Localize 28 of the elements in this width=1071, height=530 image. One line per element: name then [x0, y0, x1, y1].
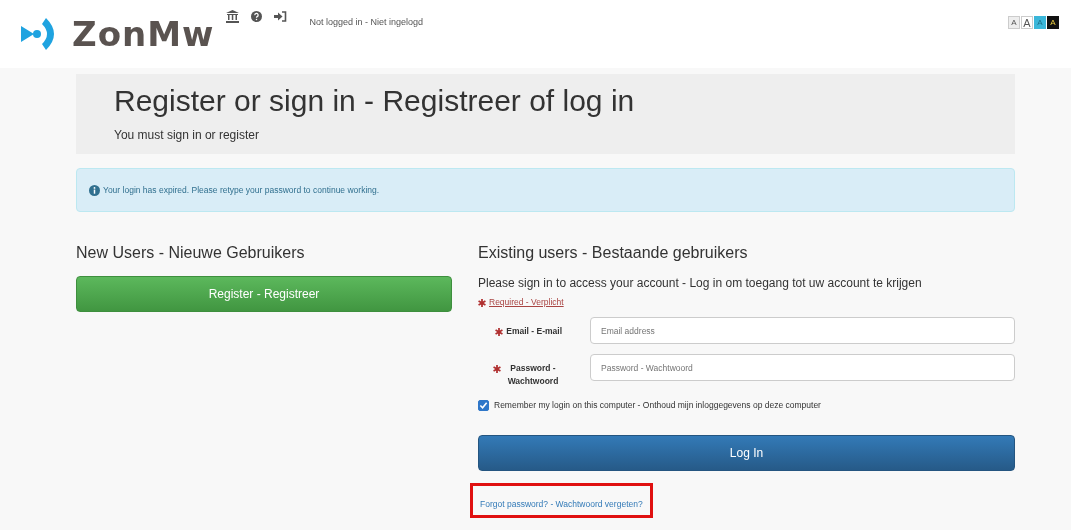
asterisk-icon	[493, 365, 501, 373]
bank-icon[interactable]	[226, 10, 240, 23]
register-button[interactable]: Register - Registreer	[76, 276, 452, 312]
input-field[interactable]: Password - Wachtwoord	[590, 354, 1015, 381]
page-subtitle: You must sign in or register	[114, 128, 260, 142]
remember-checkbox[interactable]	[478, 399, 489, 411]
alert-message: Your login has expired. Please retype your password to continue working.	[103, 185, 380, 195]
section-heading: New Users - Nieuwe Gebruikers	[76, 244, 306, 262]
section-heading: Existing users - Bestaande gebruikers	[478, 244, 749, 262]
remember-label: Remember my login on this computer - Onthoud mijn inloggegevens op deze computer	[494, 400, 821, 410]
input-field[interactable]: Email address	[590, 317, 1015, 344]
sign-in-icon[interactable]	[274, 11, 288, 22]
sign-in-instructions: Please sign in to access your account - Log in om toegang tot uw account te krijgen	[478, 276, 923, 290]
asterisk-icon	[495, 328, 504, 336]
login-status: Not logged in - Niet ingelogd	[309, 17, 424, 27]
field-label: Email - E-mail	[506, 325, 562, 338]
logo-text: ZonMw	[72, 14, 215, 54]
login-button[interactable]: Log In	[478, 434, 1015, 471]
field-label: Password - Wachtwoord	[506, 362, 560, 388]
font-size-button[interactable]: A	[1047, 16, 1059, 29]
page-title: Register or sign in - Registreer of log in	[114, 84, 636, 118]
info-icon	[89, 184, 100, 196]
help-icon[interactable]	[251, 11, 263, 22]
forgot-password-link[interactable]: Forgot password? - Wachtwoord vergeten?	[480, 498, 643, 509]
asterisk-icon	[478, 299, 486, 307]
font-size-button[interactable]: A	[1008, 16, 1020, 29]
required-note: Required - Verplicht	[489, 296, 564, 307]
font-size-button[interactable]: A	[1021, 16, 1033, 29]
